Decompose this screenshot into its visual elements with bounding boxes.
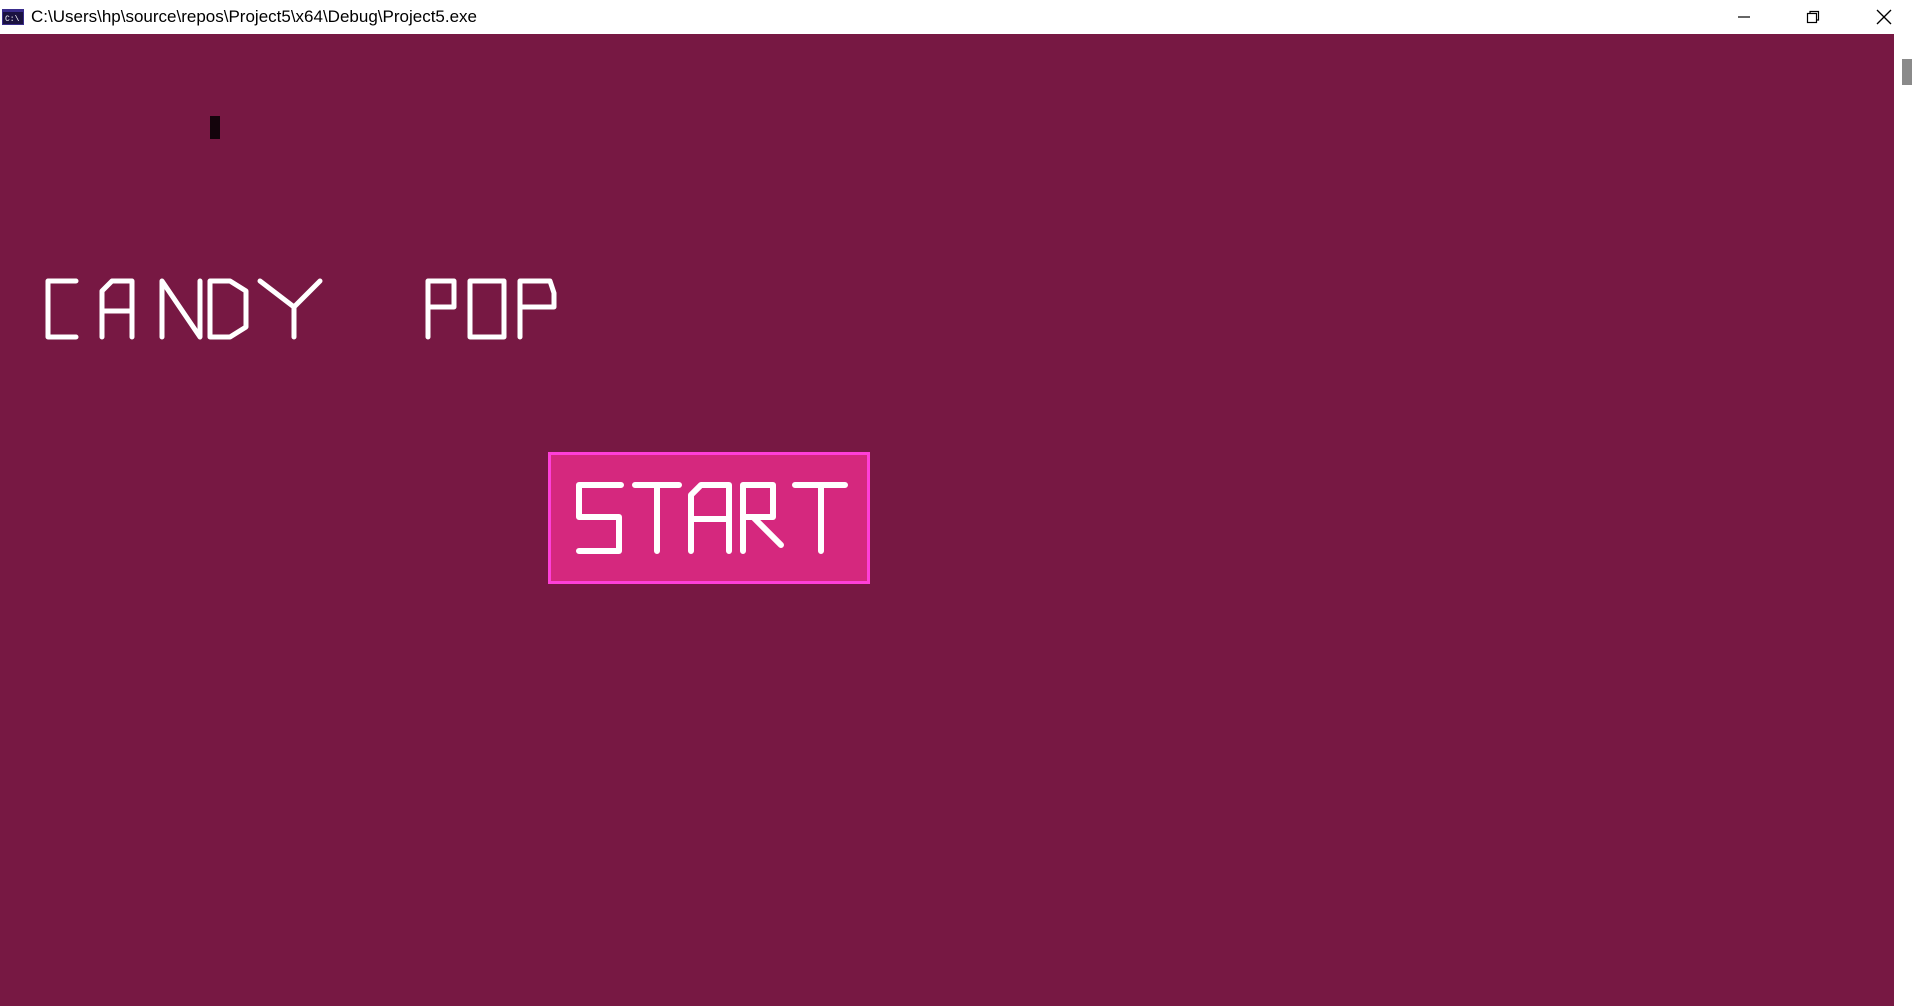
game-title: CANDY POP: [44, 277, 564, 341]
restore-button[interactable]: [1778, 0, 1847, 34]
start-lettering: [576, 482, 848, 554]
title-bar[interactable]: C:\ C:\Users\hp\source\repos\Project5\x6…: [0, 0, 1920, 34]
vertical-scrollbar[interactable]: [1894, 34, 1920, 1006]
close-button[interactable]: [1849, 0, 1918, 34]
start-button[interactable]: START: [548, 452, 870, 584]
svg-text:C:\: C:\: [5, 15, 20, 24]
game-title-lettering: [45, 278, 557, 340]
restore-icon: [1806, 10, 1819, 24]
start-button-label: START: [551, 455, 552, 456]
window-title: C:\Users\hp\source\repos\Project5\x64\De…: [31, 7, 478, 26]
text-cursor: [210, 116, 220, 139]
scrollbar-thumb[interactable]: [1902, 59, 1912, 85]
console-window: C:\ C:\Users\hp\source\repos\Project5\x6…: [0, 0, 1920, 1006]
minimize-button[interactable]: [1709, 0, 1778, 34]
console-app-icon: C:\: [2, 9, 24, 25]
minimize-icon: [1737, 16, 1750, 18]
close-icon: [1876, 9, 1891, 25]
game-canvas[interactable]: [0, 34, 1894, 1006]
